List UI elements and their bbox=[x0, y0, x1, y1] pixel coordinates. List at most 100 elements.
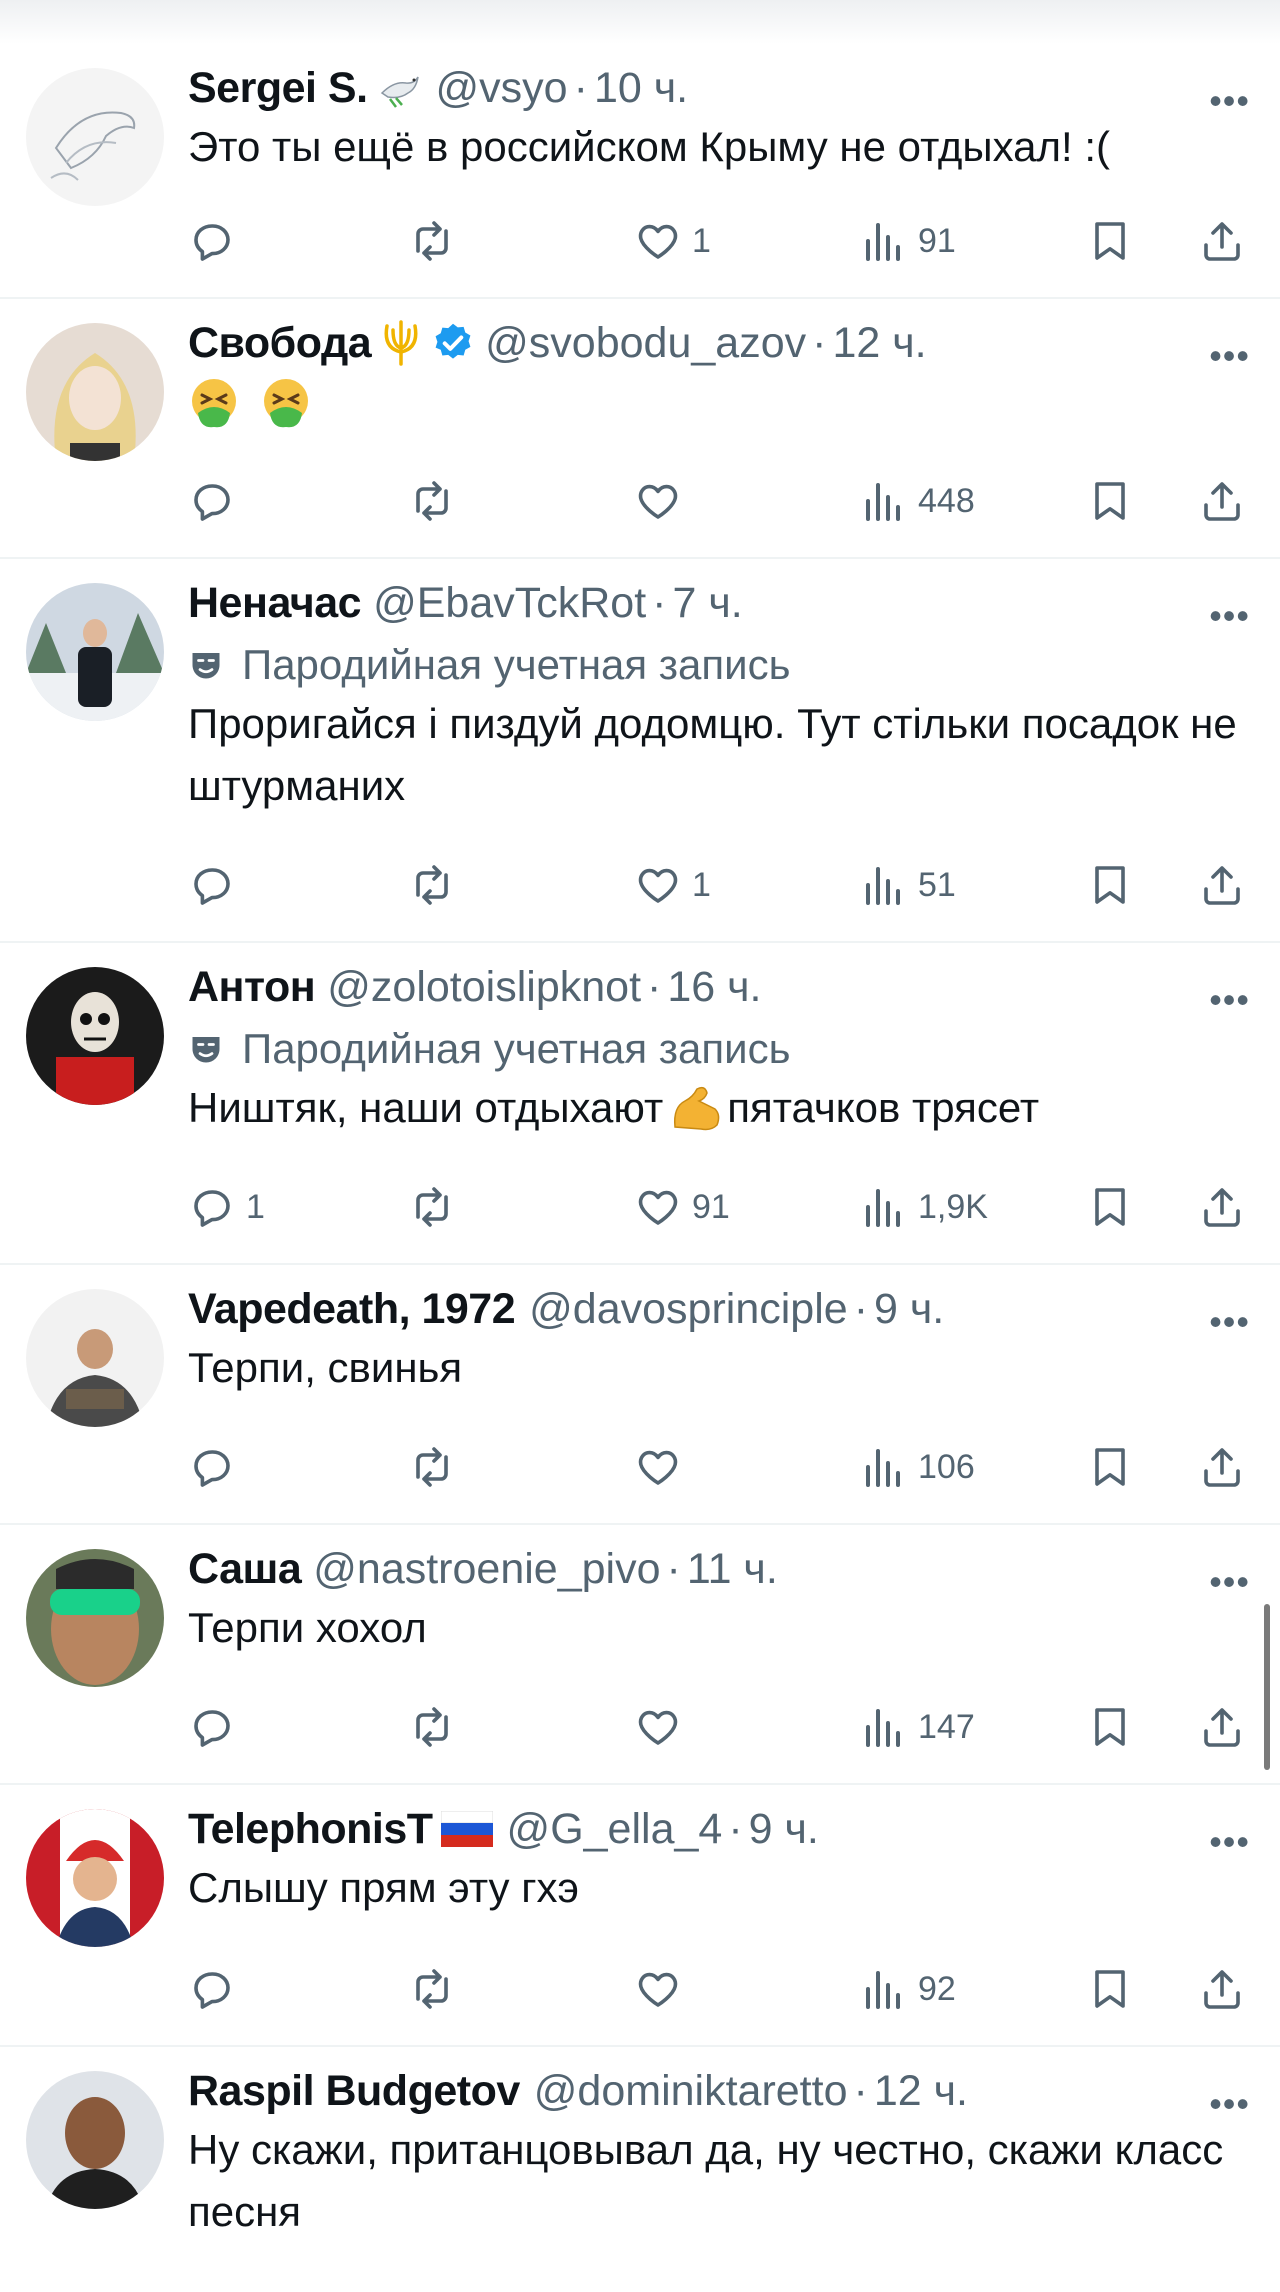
user-handle[interactable]: @G_ella_4 bbox=[507, 1805, 723, 1854]
like-button[interactable]: 1 bbox=[634, 213, 711, 269]
repost-button[interactable] bbox=[408, 857, 466, 913]
repost-button[interactable] bbox=[408, 213, 466, 269]
timestamp[interactable]: 12 ч. bbox=[832, 319, 926, 368]
reply-item[interactable]: Vapedeath, 1972 @davosprinciple · 9 ч. •… bbox=[0, 1265, 1280, 1525]
avatar[interactable] bbox=[26, 1289, 164, 1427]
user-handle[interactable]: @EbavTckRot bbox=[373, 579, 646, 628]
more-options-icon[interactable]: ••• bbox=[1209, 1561, 1250, 1603]
reply-button[interactable] bbox=[188, 857, 246, 913]
avatar[interactable] bbox=[26, 323, 164, 461]
bookmark-button[interactable] bbox=[1086, 1179, 1134, 1235]
avatar[interactable] bbox=[26, 68, 164, 206]
views-button[interactable]: 91 bbox=[860, 213, 956, 269]
bookmark-button[interactable] bbox=[1086, 1961, 1134, 2017]
bookmark-button[interactable] bbox=[1086, 1439, 1134, 1495]
bookmark-button[interactable] bbox=[1086, 473, 1134, 529]
reply-item[interactable]: Свобода @svobodu_azov · 12 ч. ••• 448 bbox=[0, 299, 1280, 559]
display-name[interactable]: Неначас bbox=[188, 579, 362, 628]
timestamp[interactable]: 7 ч. bbox=[672, 579, 742, 628]
timestamp[interactable]: 9 ч. bbox=[874, 1285, 944, 1334]
timestamp[interactable]: 11 ч. bbox=[687, 1545, 778, 1594]
share-button[interactable] bbox=[1198, 213, 1246, 269]
user-handle[interactable]: @davosprinciple bbox=[529, 1285, 848, 1334]
user-handle[interactable]: @svobodu_azov bbox=[485, 319, 806, 368]
like-button[interactable] bbox=[634, 473, 692, 529]
display-name[interactable]: Саша bbox=[188, 1545, 302, 1594]
user-handle[interactable]: @nastroenie_pivo bbox=[313, 1545, 660, 1594]
more-options-icon[interactable]: ••• bbox=[1209, 1821, 1250, 1863]
avatar[interactable] bbox=[26, 1549, 164, 1687]
timestamp[interactable]: 9 ч. bbox=[749, 1805, 819, 1854]
like-button[interactable] bbox=[634, 1439, 692, 1495]
display-name[interactable]: Vapedeath, 1972 bbox=[188, 1285, 516, 1334]
reply-item[interactable]: Sergei S. @vsyo · 10 ч. ••• Это ты ещё в… bbox=[0, 44, 1280, 299]
like-button[interactable]: 1 bbox=[634, 857, 711, 913]
share-button[interactable] bbox=[1198, 473, 1246, 529]
display-name[interactable]: Антон bbox=[188, 963, 316, 1012]
avatar[interactable] bbox=[26, 2071, 164, 2209]
display-name[interactable]: Свобода bbox=[188, 319, 372, 368]
views-count: 91 bbox=[918, 221, 956, 260]
flexed-biceps-emoji-icon bbox=[674, 1086, 720, 1131]
views-button[interactable]: 1,9K bbox=[860, 1179, 988, 1235]
share-button[interactable] bbox=[1198, 1179, 1246, 1235]
repost-button[interactable] bbox=[408, 1179, 466, 1235]
avatar[interactable] bbox=[26, 1809, 164, 1947]
more-options-icon[interactable]: ••• bbox=[1209, 595, 1250, 637]
timestamp[interactable]: 12 ч. bbox=[874, 2067, 968, 2116]
timestamp[interactable]: 16 ч. bbox=[667, 963, 761, 1012]
like-button[interactable] bbox=[634, 1961, 692, 2017]
views-button[interactable]: 51 bbox=[860, 857, 956, 913]
views-icon bbox=[866, 1189, 900, 1227]
verified-badge-icon[interactable] bbox=[431, 321, 475, 365]
reply-button[interactable] bbox=[188, 1961, 246, 2017]
user-handle[interactable]: @zolotoislipknot bbox=[327, 963, 641, 1012]
avatar[interactable] bbox=[26, 583, 164, 721]
views-button[interactable]: 448 bbox=[860, 473, 975, 529]
more-options-icon[interactable]: ••• bbox=[1209, 1301, 1250, 1343]
views-icon bbox=[866, 223, 900, 261]
like-button[interactable] bbox=[634, 1699, 692, 1755]
nauseated-face-emoji-icon bbox=[264, 379, 308, 428]
reply-item[interactable]: Антон @zolotoislipknot · 16 ч. ••• Парод… bbox=[0, 943, 1280, 1265]
share-button[interactable] bbox=[1198, 1439, 1246, 1495]
display-name[interactable]: TelephonisT bbox=[188, 1805, 433, 1854]
user-handle[interactable]: @dominiktaretto bbox=[534, 2067, 848, 2116]
reply-button[interactable] bbox=[188, 1699, 246, 1755]
reply-button[interactable] bbox=[188, 213, 246, 269]
more-options-icon[interactable]: ••• bbox=[1209, 80, 1250, 122]
reply-icon bbox=[194, 484, 230, 521]
repost-button[interactable] bbox=[408, 1961, 466, 2017]
reply-button[interactable]: 1 bbox=[188, 1179, 265, 1235]
more-options-icon[interactable]: ••• bbox=[1209, 335, 1250, 377]
timestamp[interactable]: 10 ч. bbox=[594, 64, 688, 113]
bookmark-button[interactable] bbox=[1086, 213, 1134, 269]
views-button[interactable]: 147 bbox=[860, 1699, 975, 1755]
share-button[interactable] bbox=[1198, 857, 1246, 913]
bookmark-button[interactable] bbox=[1086, 1699, 1134, 1755]
reply-text-part: пятачков трясет bbox=[727, 1084, 1040, 1131]
repost-button[interactable] bbox=[408, 473, 466, 529]
reply-item[interactable]: Неначас @EbavTckRot · 7 ч. ••• Пародийна… bbox=[0, 559, 1280, 943]
display-name[interactable]: Raspil Budgetov bbox=[188, 2067, 520, 2116]
reply-button[interactable] bbox=[188, 473, 246, 529]
share-button[interactable] bbox=[1198, 1961, 1246, 2017]
repost-button[interactable] bbox=[408, 1439, 466, 1495]
reply-button[interactable] bbox=[188, 1439, 246, 1495]
views-button[interactable]: 92 bbox=[860, 1961, 956, 2017]
reply-item[interactable]: Саша @nastroenie_pivo · 11 ч. ••• Терпи … bbox=[0, 1525, 1280, 1785]
views-button[interactable]: 106 bbox=[860, 1439, 975, 1495]
reply-item[interactable]: Raspil Budgetov @dominiktaretto · 12 ч. … bbox=[0, 2047, 1280, 2271]
bookmark-button[interactable] bbox=[1086, 857, 1134, 913]
like-button[interactable]: 91 bbox=[634, 1179, 730, 1235]
scrollbar-thumb[interactable] bbox=[1264, 1604, 1270, 1770]
more-options-icon[interactable]: ••• bbox=[1209, 979, 1250, 1021]
reply-item[interactable]: TelephonisT @G_ella_4 · 9 ч. ••• Слышу п… bbox=[0, 1785, 1280, 2047]
user-handle[interactable]: @vsyo bbox=[436, 64, 568, 113]
bookmark-icon bbox=[1095, 866, 1125, 904]
share-button[interactable] bbox=[1198, 1699, 1246, 1755]
more-options-icon[interactable]: ••• bbox=[1209, 2083, 1250, 2125]
avatar[interactable] bbox=[26, 967, 164, 1105]
display-name[interactable]: Sergei S. bbox=[188, 64, 368, 113]
repost-button[interactable] bbox=[408, 1699, 466, 1755]
